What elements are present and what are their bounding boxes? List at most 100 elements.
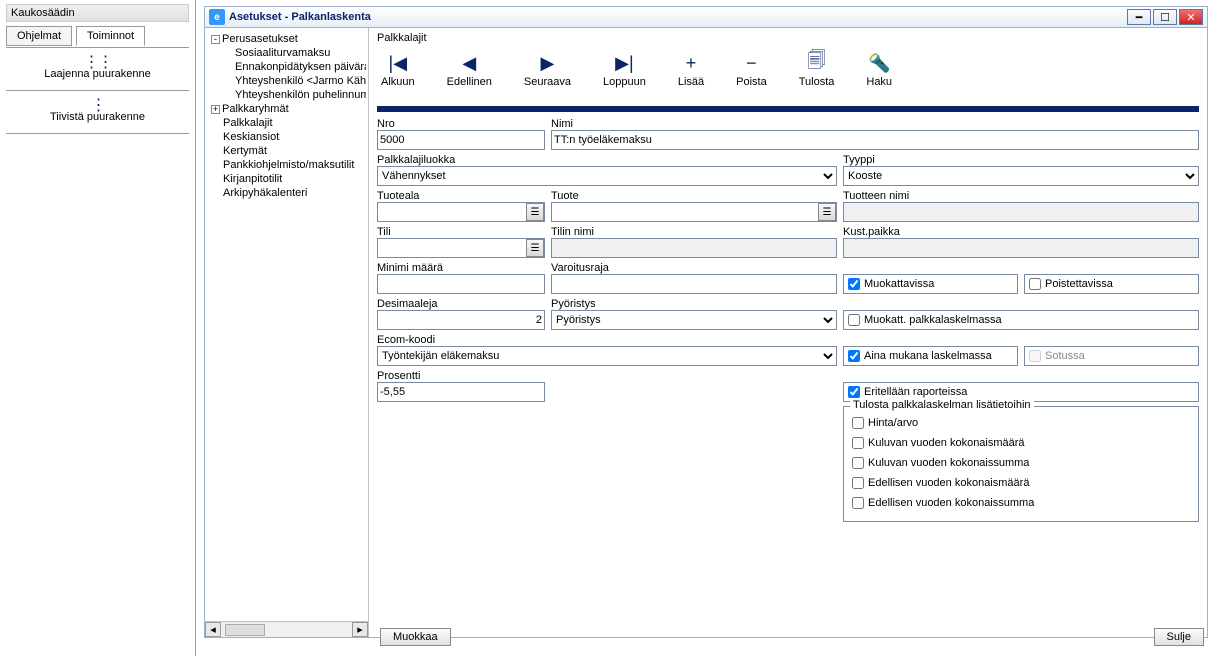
kust-field xyxy=(843,238,1199,258)
label-nimi: Nimi xyxy=(551,118,1199,130)
print-icon: 🗐 xyxy=(808,52,826,74)
search-icon: 🔦 xyxy=(868,52,890,74)
nro-field[interactable] xyxy=(377,130,545,150)
tree-sotu[interactable]: Sosiaaliturvamaksu xyxy=(207,46,366,60)
luokka-select[interactable]: Vähennykset xyxy=(377,166,837,186)
label-tuoteala: Tuoteala xyxy=(377,190,545,202)
label-luokka: Palkkalajiluokka xyxy=(377,154,837,166)
minus-icon[interactable]: - xyxy=(211,35,220,44)
divider xyxy=(6,90,189,91)
label-varoitus: Varoitusraja xyxy=(551,262,837,274)
tili-field[interactable] xyxy=(377,238,545,258)
delete-button[interactable]: −Poista xyxy=(736,52,767,88)
plus-icon: + xyxy=(686,52,697,74)
tree-palkkaryhmat[interactable]: +Palkkaryhmät xyxy=(207,102,366,116)
muokpalk-check[interactable]: Muokatt. palkkalaskelmassa xyxy=(843,310,1199,330)
label-minmaara: Minimi määrä xyxy=(377,262,545,274)
first-button[interactable]: |◀Alkuun xyxy=(381,52,415,88)
poistettavissa-check[interactable]: Poistettavissa xyxy=(1024,274,1199,294)
tb-label: Poista xyxy=(736,76,767,88)
label-pyor: Pyöristys xyxy=(551,298,837,310)
sotussa-check: Sotussa xyxy=(1024,346,1199,366)
print-button[interactable]: 🗐Tulosta xyxy=(799,52,835,88)
scroll-right-icon[interactable]: ▸ xyxy=(352,622,368,637)
main-pane: e Asetukset - Palkanlaskenta ━ ☐ ✕ -Peru… xyxy=(196,0,1216,656)
scroll-left-icon[interactable]: ◂ xyxy=(205,622,221,637)
tab-programs[interactable]: Ohjelmat xyxy=(6,26,72,46)
search-button[interactable]: 🔦 Haku xyxy=(866,52,892,88)
lookup-icon[interactable]: ☰ xyxy=(818,203,836,221)
tree-perusasetukset[interactable]: -Perusasetukset xyxy=(207,32,366,46)
sulje-button[interactable]: Sulje xyxy=(1154,628,1204,646)
tree-kertymat[interactable]: Kertymät xyxy=(207,144,366,158)
tb-label: Lisää xyxy=(678,76,704,88)
nimi-field[interactable] xyxy=(551,130,1199,150)
divider xyxy=(6,133,189,134)
tree-label: Perusasetukset xyxy=(222,33,298,45)
tuote-field[interactable] xyxy=(551,202,837,222)
prev-icon: ◀ xyxy=(462,52,476,74)
kuls-check[interactable]: Kuluvan vuoden kokonaissumma xyxy=(852,453,1190,473)
tree-palkkalajit[interactable]: Palkkalajit xyxy=(207,116,366,130)
plus-icon[interactable]: + xyxy=(211,105,220,114)
muokkaa-button[interactable]: Muokkaa xyxy=(380,628,451,646)
next-button[interactable]: ▶Seuraava xyxy=(524,52,571,88)
pyor-select[interactable]: Pyöristys xyxy=(551,310,837,330)
tyyppi-select[interactable]: Kooste xyxy=(843,166,1199,186)
desim-field[interactable] xyxy=(377,310,545,330)
label-desim: Desimaaleja xyxy=(377,298,545,310)
aina-check[interactable]: Aina mukana laskelmassa xyxy=(843,346,1018,366)
pros-field[interactable] xyxy=(377,382,545,402)
tree-yht1[interactable]: Yhteyshenkilö <Jarmo Kähk xyxy=(207,74,366,88)
window-buttons: ━ ☐ ✕ xyxy=(1127,9,1203,25)
last-button[interactable]: ▶| Loppuun xyxy=(603,52,646,88)
last-icon: ▶| xyxy=(615,52,634,74)
tb-label: Loppuun xyxy=(603,76,646,88)
eds-check[interactable]: Edellisen vuoden kokonaissumma xyxy=(852,493,1190,513)
first-icon: |◀ xyxy=(389,52,408,74)
minmaara-field[interactable] xyxy=(377,274,545,294)
next-icon: ▶ xyxy=(541,52,555,74)
remote-panel: Kaukosäädin Ohjelmat Toiminnot ⋮⋮ Laajen… xyxy=(0,0,196,656)
maximize-button[interactable]: ☐ xyxy=(1153,9,1177,25)
lookup-icon[interactable]: ☰ xyxy=(526,239,544,257)
edm-check[interactable]: Edellisen vuoden kokonaismäärä xyxy=(852,473,1190,493)
muokattavissa-check[interactable]: Muokattavissa xyxy=(843,274,1018,294)
ecom-select[interactable]: Työntekijän eläkemaksu xyxy=(377,346,837,366)
tab-actions[interactable]: Toiminnot xyxy=(76,26,145,46)
label-ecom: Ecom-koodi xyxy=(377,334,837,346)
lookup-icon[interactable]: ☰ xyxy=(526,203,544,221)
tree-hscroll[interactable]: ◂ ▸ xyxy=(205,621,368,637)
tb-label: Haku xyxy=(866,76,892,88)
tb-label: Edellinen xyxy=(447,76,492,88)
prev-button[interactable]: ◀ Edellinen xyxy=(447,52,492,88)
tree-label: Palkkaryhmät xyxy=(222,103,289,115)
tree-collapse-icon: ⋮ xyxy=(91,101,105,111)
varoitus-field[interactable] xyxy=(551,274,837,294)
label-kust: Kust.paikka xyxy=(843,226,1199,238)
expand-tree-button[interactable]: ⋮⋮ Laajenna puurakenne xyxy=(6,58,189,80)
tree-kirjanpito[interactable]: Kirjanpitotilit xyxy=(207,172,366,186)
tree-pankki[interactable]: Pankkiohjelmisto/maksutilit xyxy=(207,158,366,172)
window-caption: Asetukset - Palkanlaskenta xyxy=(229,11,1127,23)
kulm-check[interactable]: Kuluvan vuoden kokonaismäärä xyxy=(852,433,1190,453)
scroll-thumb[interactable] xyxy=(225,624,265,636)
tree-arki[interactable]: Arkipyhäkalenteri xyxy=(207,186,366,200)
settings-tree: -Perusasetukset Sosiaaliturvamaksu Ennak… xyxy=(205,28,369,637)
record-toolbar: |◀Alkuun ◀Edellinen ▶Seuraava ▶|Loppuun … xyxy=(377,44,1199,106)
print-extras-group: Tulosta palkkalaskelman lisätietoihin Hi… xyxy=(843,406,1199,522)
remote-tabs: Ohjelmat Toiminnot xyxy=(6,25,189,48)
tree-ennak[interactable]: Ennakonpidätyksen päivära xyxy=(207,60,366,74)
collapse-tree-button[interactable]: ⋮ Tiivistä puurakenne xyxy=(6,101,189,123)
add-button[interactable]: + Lisää xyxy=(678,52,704,88)
group-legend: Tulosta palkkalaskelman lisätietoihin xyxy=(850,399,1034,411)
tuoteala-field[interactable] xyxy=(377,202,545,222)
label-pros: Prosentti xyxy=(377,370,545,382)
tuotteennimi-field xyxy=(843,202,1199,222)
hinta-check[interactable]: Hinta/arvo xyxy=(852,413,1190,433)
tree-yht2[interactable]: Yhteyshenkilön puhelinnum xyxy=(207,88,366,102)
minimize-button[interactable]: ━ xyxy=(1127,9,1151,25)
tree-keskiansiot[interactable]: Keskiansiot xyxy=(207,130,366,144)
close-window-button[interactable]: ✕ xyxy=(1179,9,1203,25)
label-tili: Tili xyxy=(377,226,545,238)
